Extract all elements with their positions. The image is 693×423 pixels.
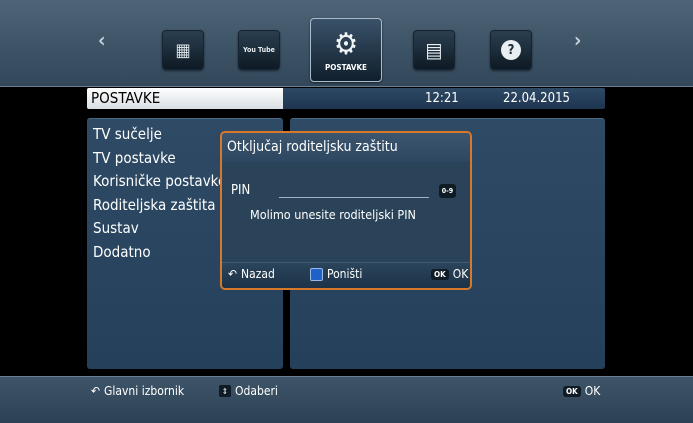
cancel-button[interactable]: Poništi	[310, 267, 362, 281]
page-title: POSTAVKE	[87, 88, 283, 109]
top-menu-bar: ‹ ▦ You Tube ⚙ POSTAVKE ▤ ? ›	[0, 0, 693, 87]
ok-hint[interactable]: OK OK	[563, 384, 600, 398]
select-hint[interactable]: ⇕ Odaberi	[219, 384, 278, 398]
settings-menu-list: TV sučelje TV postavke Korisničke postav…	[93, 123, 226, 264]
clipboard-menu-button[interactable]: ▤	[413, 30, 455, 70]
clock-time: 12:21	[425, 91, 459, 106]
menu-item-user-settings[interactable]: Korisničke postavke	[93, 170, 226, 194]
unlock-parental-dialog: Otključaj roditeljsku zaštitu PIN 0-9 Mo…	[220, 131, 472, 290]
ok-key-icon: OK	[431, 268, 449, 280]
cancel-label: Poništi	[327, 267, 363, 281]
clock-date: 22.04.2015	[503, 91, 570, 106]
up-down-icon: ⇕	[219, 385, 231, 397]
settings-menu-label: POSTAVKE	[325, 62, 367, 72]
clipboard-icon: ▤	[425, 38, 443, 62]
help-icon: ?	[501, 40, 521, 60]
help-menu-button[interactable]: ?	[490, 30, 532, 70]
ok-hint-label: OK	[584, 384, 601, 398]
back-button[interactable]: ↶ Nazad	[228, 267, 275, 281]
youtube-icon: You Tube	[243, 46, 275, 54]
youtube-menu-button[interactable]: You Tube	[238, 30, 280, 70]
ok-key-icon: OK	[563, 385, 581, 397]
menu-item-parental-control[interactable]: Roditeljska zaštita	[93, 194, 226, 218]
back-label: Nazad	[241, 267, 275, 281]
blue-key-icon	[310, 267, 323, 281]
settings-gear-icon: ⚙	[333, 26, 359, 62]
settings-menu-button[interactable]: ⚙ POSTAVKE	[310, 18, 382, 82]
title-bar: POSTAVKE 12:21 22.04.2015	[87, 88, 605, 109]
back-arrow-icon: ↶	[91, 384, 101, 398]
menu-item-tv-settings[interactable]: TV postavke	[93, 147, 226, 171]
menu-item-tv-interface[interactable]: TV sučelje	[93, 123, 226, 147]
dialog-footer: ↶ Nazad Poništi OK OK	[222, 262, 470, 288]
main-menu-hint[interactable]: ↶ Glavni izbornik	[91, 384, 184, 398]
pin-prompt: Molimo unesite roditeljski PIN	[250, 207, 416, 222]
dialog-title: Otključaj roditeljsku zaštitu	[222, 133, 470, 162]
epg-icon: ▦	[175, 39, 191, 61]
right-arrow-icon[interactable]: ›	[574, 28, 581, 52]
back-arrow-icon: ↶	[228, 267, 238, 281]
main-menu-label: Glavni izbornik	[104, 384, 185, 398]
ok-label: OK	[452, 267, 469, 281]
left-arrow-icon[interactable]: ‹	[98, 28, 105, 52]
select-label: Odaberi	[235, 384, 278, 398]
menu-item-additional[interactable]: Dodatno	[93, 241, 226, 265]
pin-label: PIN	[231, 183, 251, 198]
ok-button[interactable]: OK OK	[431, 267, 468, 281]
pin-input[interactable]	[279, 197, 429, 198]
bottom-hint-bar: ↶ Glavni izbornik ⇕ Odaberi OK OK	[0, 376, 693, 423]
number-keys-icon: 0-9	[439, 184, 456, 198]
menu-item-system[interactable]: Sustav	[93, 217, 226, 241]
epg-menu-button[interactable]: ▦	[162, 30, 204, 70]
